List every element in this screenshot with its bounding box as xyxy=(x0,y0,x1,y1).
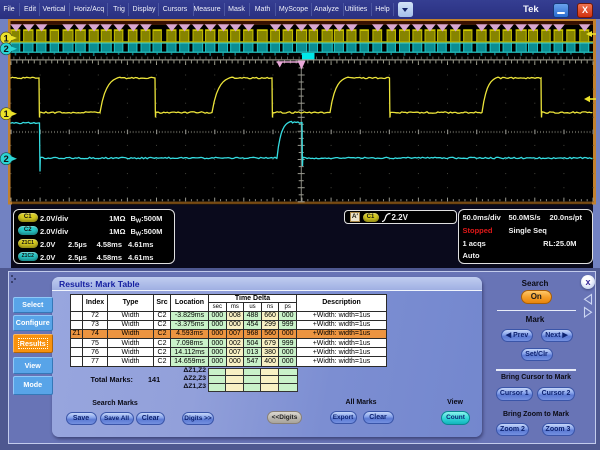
svg-text:1: 1 xyxy=(4,109,10,120)
svg-text:2: 2 xyxy=(4,154,9,165)
svg-text:2: 2 xyxy=(4,44,9,55)
